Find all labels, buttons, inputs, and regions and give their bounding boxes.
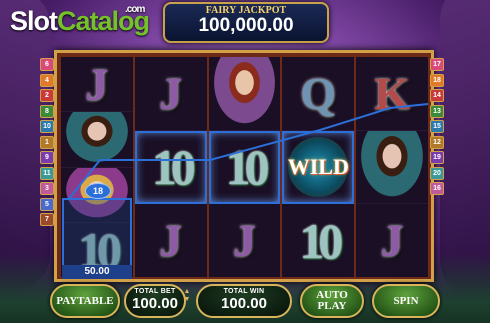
payline-marker-15[interactable]: 15	[430, 120, 444, 133]
payline-marker-13[interactable]: 13	[430, 104, 444, 118]
autoplay-button[interactable]: AUTO PLAY	[300, 284, 364, 318]
payline-marker-9[interactable]: 9	[40, 151, 54, 164]
bet-adjust-arrows[interactable]: ▲ ▼	[182, 288, 192, 304]
payline-marker-10[interactable]: 10	[40, 120, 54, 133]
payline-marker-1[interactable]: 1	[40, 135, 54, 149]
payline-markers-right: 17 18 14 13 15 12 19 20 16	[430, 58, 444, 195]
payline-marker-8[interactable]: 8	[40, 104, 54, 118]
payline-marker-20[interactable]: 20	[430, 166, 444, 180]
payline-marker-16[interactable]: 16	[430, 182, 444, 195]
payline-18-path	[67, 103, 429, 201]
payline-marker-17[interactable]: 17	[430, 58, 444, 71]
spin-label: SPIN	[393, 295, 419, 307]
payline-marker-19[interactable]: 19	[430, 151, 444, 164]
total-bet-value: 100.00	[132, 295, 178, 312]
payline-marker-18[interactable]: 18	[430, 73, 444, 87]
paytable-button[interactable]: PAYTABLE	[50, 284, 120, 318]
payline-marker-11[interactable]: 11	[40, 166, 54, 180]
spin-button[interactable]: SPIN	[372, 284, 440, 318]
bet-decrease-icon[interactable]: ▼	[182, 296, 192, 304]
bet-increase-icon[interactable]: ▲	[182, 288, 192, 296]
payline-marker-12[interactable]: 12	[430, 135, 444, 149]
line-win-amount: 50.00	[62, 265, 132, 279]
autoplay-label-line2: PLAY	[317, 300, 347, 312]
paytable-label: PAYTABLE	[56, 295, 114, 307]
total-win-label: TOTAL WIN	[223, 288, 265, 295]
winning-line-badge: 18	[85, 183, 111, 199]
payline-marker-5[interactable]: 5	[40, 197, 54, 211]
payline-marker-6[interactable]: 6	[40, 58, 54, 71]
payline-marker-2[interactable]: 2	[40, 89, 54, 102]
total-win-panel: TOTAL WIN 100.00	[196, 284, 292, 318]
total-bet-label: TOTAL BET	[134, 288, 176, 295]
total-win-value: 100.00	[221, 295, 267, 312]
payline-marker-4[interactable]: 4	[40, 73, 54, 87]
payline-marker-3[interactable]: 3	[40, 182, 54, 195]
total-bet-panel: TOTAL BET 100.00	[124, 284, 186, 318]
payline-marker-7[interactable]: 7	[40, 213, 54, 226]
payline-marker-14[interactable]: 14	[430, 89, 444, 102]
payline-markers-left: 6 4 2 8 10 1 9 11 3 5 7	[40, 58, 54, 226]
